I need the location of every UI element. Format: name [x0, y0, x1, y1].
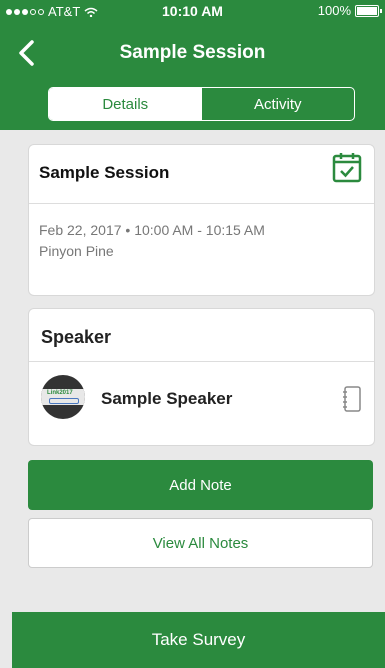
tab-details[interactable]: Details	[49, 88, 202, 120]
avatar-text: Link2017	[47, 390, 73, 396]
calendar-check-icon[interactable]	[332, 151, 362, 183]
session-title: Sample Session	[39, 163, 170, 182]
session-card: Sample Session Feb 22, 2017 • 10:00 AM -…	[28, 144, 375, 296]
battery-percent: 100%	[317, 3, 351, 18]
view-all-notes-button[interactable]: View All Notes	[28, 518, 373, 568]
page-title: Sample Session	[119, 42, 266, 63]
battery-icon	[355, 4, 382, 17]
add-note-button[interactable]: Add Note	[28, 460, 373, 510]
nav-bar: Sample Session	[0, 22, 385, 82]
segmented-control: Details Activity	[48, 87, 355, 121]
speaker-header: Speaker	[41, 327, 112, 347]
speaker-card: Speaker Link2017 Sample Speaker	[28, 308, 375, 446]
session-datetime: Feb 22, 2017 • 10:00 AM - 10:15 AM	[39, 222, 265, 238]
take-survey-button[interactable]: Take Survey	[12, 612, 385, 668]
session-location: Pinyon Pine	[39, 243, 114, 259]
battery-status: 100%	[317, 3, 382, 18]
card-divider	[29, 203, 374, 204]
card-divider	[29, 361, 374, 362]
notebook-icon[interactable]	[342, 385, 362, 413]
speaker-avatar[interactable]: Link2017	[41, 375, 85, 419]
speaker-name[interactable]: Sample Speaker	[101, 389, 232, 409]
status-bar: AT&T 10:10 AM 100%	[0, 0, 385, 22]
tab-activity[interactable]: Activity	[202, 88, 355, 120]
app-header: AT&T 10:10 AM 100% Sample Session Detail…	[0, 0, 385, 130]
